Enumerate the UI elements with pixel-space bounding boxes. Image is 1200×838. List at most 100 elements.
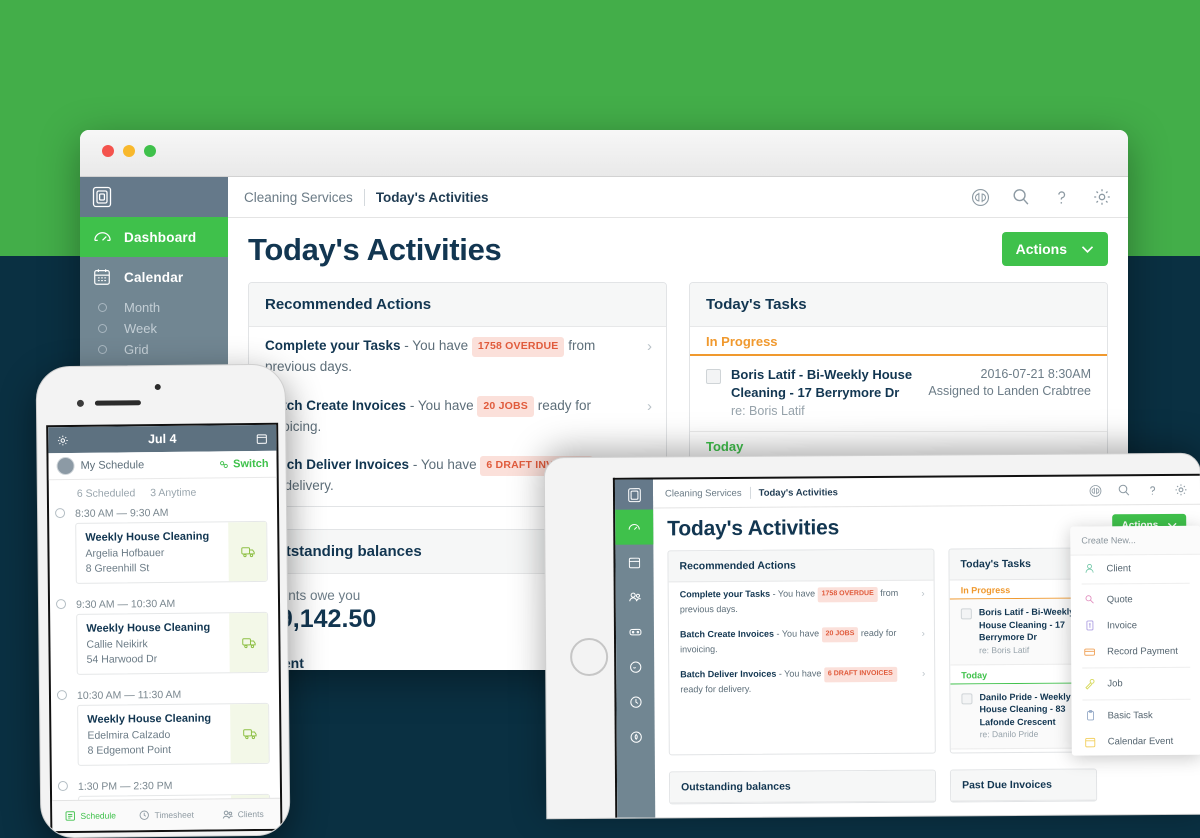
sidebar-item-month[interactable]: Month xyxy=(80,297,228,318)
job-address: 8 Edgemont Point xyxy=(87,743,172,757)
dropdown-item-basic-task[interactable]: Basic Task xyxy=(1071,702,1200,729)
dropdown-item-record-payment[interactable]: Record Payment xyxy=(1071,638,1200,666)
chevron-down-icon xyxy=(1081,245,1094,254)
tablet-sidebar-jobs[interactable] xyxy=(616,615,654,650)
phone-device: Jul 4 My Schedule Switch 6 Scheduled 3 A… xyxy=(35,363,291,838)
window-controls[interactable] xyxy=(102,145,156,157)
sidebar-item-week[interactable]: Week xyxy=(80,318,228,339)
todays-tasks-title: Today's Tasks xyxy=(690,283,1107,327)
task-assignee: Assigned to Landen Crabtree xyxy=(928,383,1091,398)
tablet-ra-row[interactable]: Complete your Tasks - You have 1758 OVER… xyxy=(669,581,934,623)
minimize-button[interactable] xyxy=(123,145,135,157)
help-icon[interactable] xyxy=(1052,188,1071,207)
phone-job-card[interactable]: Weekly House Cleaning Callie Neikirk 54 … xyxy=(76,611,269,675)
tablet-topbar-icons xyxy=(1089,483,1188,498)
tablet-sidebar-reports[interactable] xyxy=(617,720,655,755)
tablet-ra-row[interactable]: Batch Create Invoices - You have 20 JOBS… xyxy=(669,621,934,663)
dropdown-item-quote[interactable]: Quote xyxy=(1071,586,1200,613)
quickbooks-icon[interactable] xyxy=(1089,484,1102,497)
tablet-app-logo[interactable] xyxy=(614,479,654,510)
phone-job-card[interactable]: Weekly House Cleaning Edelmira Calzado 8… xyxy=(77,702,270,766)
tablet-recommended-actions-card: Recommended Actions Complete your Tasks … xyxy=(667,548,936,756)
timeline-dot-icon xyxy=(55,508,66,519)
task-time: 2016-07-21 8:30AM xyxy=(980,367,1092,381)
help-icon[interactable] xyxy=(1146,484,1159,497)
quote-icon xyxy=(1082,593,1097,605)
count-anytime: 3 Anytime xyxy=(150,486,197,500)
phone-job-card[interactable]: Weekly House Cleaning Argelia Hofbauer 8… xyxy=(75,520,268,584)
bullet-icon xyxy=(80,324,124,333)
dropdown-item-invoice[interactable]: Invoice xyxy=(1071,612,1200,639)
tablet-recommended-title: Recommended Actions xyxy=(668,549,934,583)
tab-timesheet[interactable]: Timesheet xyxy=(128,800,204,831)
task-checkbox[interactable] xyxy=(706,369,721,384)
sidebar-item-grid[interactable]: Grid xyxy=(80,339,228,360)
actions-button[interactable]: Actions xyxy=(1001,232,1108,266)
tablet-lower-cards: Outstanding balances Past Due Invoices xyxy=(655,752,1200,805)
sidebar-item-calendar[interactable]: Calendar xyxy=(80,257,228,297)
timeline-dot-icon xyxy=(57,781,68,792)
tablet-breadcrumb-current: Today's Activities xyxy=(758,486,838,499)
calendar-icon xyxy=(80,267,124,287)
slot-time-label: 1:30 PM — 2:30 PM xyxy=(77,779,173,793)
tablet-task-title: Boris Latif - Bi-Weekly House Cleaning -… xyxy=(978,606,1075,643)
chevron-right-icon: › xyxy=(647,338,652,355)
task-checkbox[interactable] xyxy=(960,608,972,620)
credit-card-icon xyxy=(1082,645,1097,658)
tablet-sidebar-timesheet[interactable] xyxy=(616,685,654,720)
tablet-breadcrumb-parent[interactable]: Cleaning Services xyxy=(665,487,742,499)
dropdown-header: Create New... xyxy=(1070,525,1200,556)
tablet-ra-row[interactable]: Batch Deliver Invoices - You have 6 DRAF… xyxy=(669,661,934,703)
actions-button-label: Actions xyxy=(1015,241,1067,257)
clipboard-icon xyxy=(1083,709,1098,721)
tablet-ra-mid: - You have xyxy=(770,588,818,599)
recommended-action-row[interactable]: Complete your Tasks - You have 1758 OVER… xyxy=(249,327,666,387)
phone-top-bezel xyxy=(37,365,286,426)
breadcrumb-parent[interactable]: Cleaning Services xyxy=(244,190,353,205)
sidebar-item-dashboard[interactable]: Dashboard xyxy=(80,217,228,257)
people-icon xyxy=(221,808,234,821)
tablet-sidebar-quotes[interactable] xyxy=(616,650,654,685)
search-icon[interactable] xyxy=(1117,483,1131,497)
tablet-home-button[interactable] xyxy=(570,637,609,677)
dropdown-item-client[interactable]: Client xyxy=(1070,555,1200,582)
tablet-sidebar-calendar[interactable] xyxy=(615,545,653,580)
tablet-sidebar-clients[interactable] xyxy=(616,580,654,615)
tablet-screen: Cleaning Services Today's Activities Tod… xyxy=(612,473,1200,818)
job-title: Weekly House Cleaning xyxy=(87,712,212,726)
tablet-ra-pill: 6 DRAFT INVOICES xyxy=(823,666,897,682)
close-button[interactable] xyxy=(102,145,114,157)
job-title: Weekly House Cleaning xyxy=(85,530,210,544)
sensor-icon xyxy=(154,384,161,391)
gear-icon[interactable] xyxy=(1174,483,1188,497)
phone-navbar: Jul 4 xyxy=(48,424,277,454)
dropdown-item-calendar-event[interactable]: Calendar Event xyxy=(1072,728,1200,756)
create-new-dropdown: Create New... Client Quote Invoice Recor… xyxy=(1070,525,1200,756)
chevron-right-icon: › xyxy=(921,628,926,640)
slot-time-label: 10:30 AM — 11:30 AM xyxy=(76,688,182,702)
search-icon[interactable] xyxy=(1011,187,1031,207)
calendar-icon xyxy=(1083,735,1098,748)
phone-counts: 6 Scheduled 3 Anytime xyxy=(49,478,277,503)
quickbooks-icon[interactable] xyxy=(971,188,990,207)
task-checkbox[interactable] xyxy=(961,692,973,705)
chevron-right-icon: › xyxy=(921,588,925,600)
tablet-sidebar-dashboard[interactable] xyxy=(615,509,654,545)
chevron-right-icon: › xyxy=(921,668,926,680)
recommended-action-row[interactable]: Batch Create Invoices - You have 20 JOBS… xyxy=(249,387,666,447)
task-row[interactable]: Boris Latif - Bi-Weekly House Cleaning -… xyxy=(690,356,1107,432)
calendar-icon[interactable] xyxy=(255,431,268,444)
dropdown-item-job[interactable]: Job xyxy=(1071,670,1200,698)
tab-clients[interactable]: Clients xyxy=(204,799,280,830)
app-logo[interactable] xyxy=(80,177,228,217)
tab-label: Timesheet xyxy=(154,809,194,821)
tablet-breadcrumb: Cleaning Services Today's Activities xyxy=(665,486,838,499)
gear-icon[interactable] xyxy=(56,433,69,446)
phone-slot-time: 1:30 PM — 2:30 PM xyxy=(57,774,280,796)
maximize-button[interactable] xyxy=(144,145,156,157)
gear-icon[interactable] xyxy=(1092,187,1112,207)
tab-schedule[interactable]: Schedule xyxy=(52,800,128,831)
dropdown-label: Basic Task xyxy=(1107,709,1153,721)
switch-button[interactable]: Switch xyxy=(218,458,269,471)
desktop-page-header: Today's Activities Actions xyxy=(228,218,1128,274)
